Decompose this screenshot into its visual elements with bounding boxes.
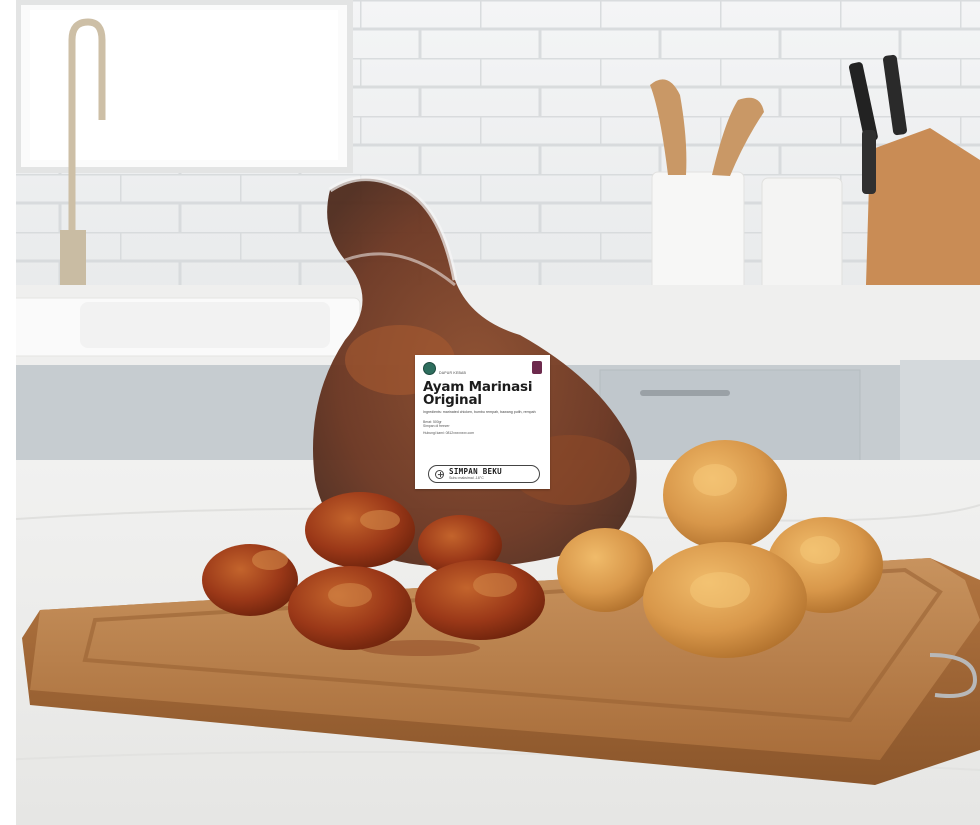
product-title-line-2: Original xyxy=(423,392,482,408)
storage-badge: SIMPAN BEKU Suhu maksimal -18°C xyxy=(428,465,540,483)
product-description: Ingredients: marinated chicken, bumbu re… xyxy=(423,410,536,414)
label-header: DAPUR KEBAB xyxy=(423,361,542,379)
brand-seal-icon xyxy=(423,361,436,375)
label-brand: DAPUR KEBAB xyxy=(423,361,466,375)
product-label: DAPUR KEBAB Ayam Marinasi Original Ingre… xyxy=(415,355,550,489)
snowflake-icon xyxy=(435,469,444,479)
product-title: Ayam Marinasi Original xyxy=(423,380,542,408)
kitchen-photo: DAPUR KEBAB Ayam Marinasi Original Ingre… xyxy=(0,0,980,825)
product-storage-note: Simpan di freezer xyxy=(423,423,450,428)
product-meta: Berat: 500gr Simpan di freezer Hubungi k… xyxy=(423,420,542,436)
halal-logo-icon xyxy=(532,361,542,374)
brand-name: DAPUR KEBAB xyxy=(439,371,467,375)
storage-title: SIMPAN BEKU xyxy=(449,467,502,476)
product-contact: Hubungi kami: 0812xxxxxxxx.com xyxy=(423,431,475,436)
storage-subtitle: Suhu maksimal -18°C xyxy=(449,476,484,480)
